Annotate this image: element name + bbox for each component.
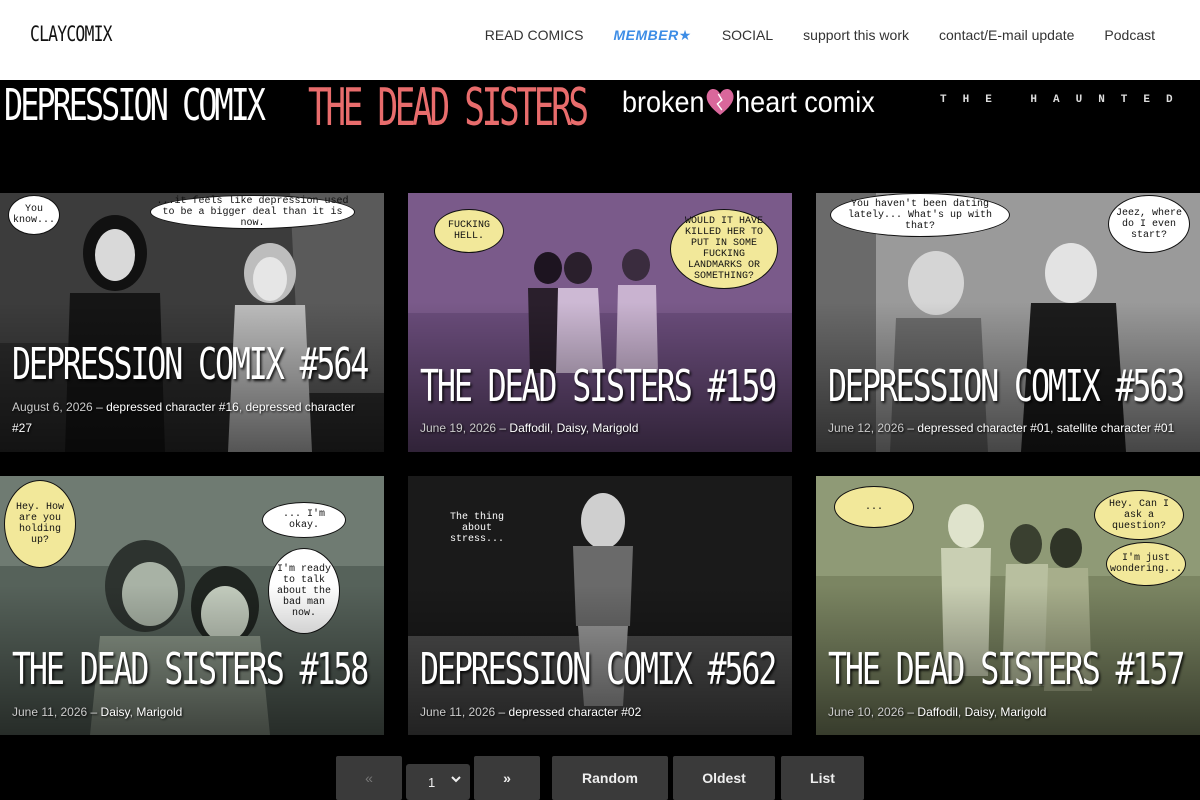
comic-card[interactable]: You haven't been dating lately... What's…: [816, 193, 1200, 452]
comic-meta: June 11, 2026 – Daisy, Marigold: [12, 705, 183, 719]
tag-link[interactable]: satellite character #01: [1057, 421, 1174, 435]
comic-card[interactable]: Hey. How are you holding up? ... I'm oka…: [0, 476, 384, 735]
speech-bubble: ...it feels like depression used to be a…: [150, 195, 355, 229]
prev-page-button[interactable]: «: [336, 756, 402, 800]
series-logo-broken-left: broken: [622, 86, 705, 119]
comic-date: June 19, 2026: [420, 421, 497, 435]
tag-link[interactable]: depressed character #01: [917, 421, 1050, 435]
tag-link[interactable]: depressed character #16: [106, 400, 239, 414]
tag-link[interactable]: Daffodil: [509, 421, 549, 435]
chevron-down-icon: [451, 776, 461, 783]
comic-title[interactable]: DEPRESSION COMIX #562: [420, 644, 777, 695]
list-button[interactable]: List: [781, 756, 864, 800]
speech-bubble: Jeez, where do I even start?: [1108, 195, 1190, 253]
tag-link[interactable]: Marigold: [136, 705, 182, 719]
comic-meta: August 6, 2026 – depressed character #16…: [12, 400, 355, 435]
random-button[interactable]: Random: [552, 756, 668, 800]
nav-support[interactable]: support this work: [803, 27, 909, 43]
speech-bubble: I'm just wondering...: [1106, 542, 1186, 586]
comic-date: June 10, 2026: [828, 705, 905, 719]
site-logo[interactable]: CLAYCOMIX: [30, 22, 113, 46]
speech-bubble: Hey. How are you holding up?: [4, 480, 76, 568]
comic-meta: June 19, 2026 – Daffodil, Daisy, Marigol…: [420, 421, 639, 435]
comic-title[interactable]: THE DEAD SISTERS #157: [828, 644, 1185, 695]
nav-contact[interactable]: contact/E-mail update: [939, 27, 1074, 43]
nav-podcast[interactable]: Podcast: [1104, 27, 1155, 43]
comic-date: June 11, 2026: [12, 705, 88, 719]
tag-link[interactable]: Daisy: [965, 705, 994, 719]
tag-link[interactable]: depressed character #02: [509, 705, 642, 719]
comic-date: June 11, 2026: [420, 705, 496, 719]
series-banner: DEPRESSION COMIX THE DEAD SISTERS broken…: [0, 78, 1200, 150]
tag-link[interactable]: Daffodil: [917, 705, 957, 719]
comic-title[interactable]: THE DEAD SISTERS #159: [420, 361, 777, 412]
pagination: « 1 » Random Oldest List: [0, 756, 1200, 800]
series-logo-broken-heart[interactable]: broken heart comix: [622, 86, 875, 120]
speech-bubble: Hey. Can I ask a question?: [1094, 490, 1184, 540]
site-header: CLAYCOMIX READ COMICS MEMBER★ SOCIAL sup…: [0, 0, 1200, 80]
tag-link[interactable]: Marigold: [1000, 705, 1046, 719]
next-page-button[interactable]: »: [474, 756, 540, 800]
nav-read-comics[interactable]: READ COMICS: [485, 27, 584, 43]
series-logo-broken-right: heart comix: [735, 86, 875, 119]
oldest-button[interactable]: Oldest: [673, 756, 775, 800]
comic-title[interactable]: DEPRESSION COMIX #564: [12, 339, 369, 390]
comic-card[interactable]: ... Hey. Can I ask a question? I'm just …: [816, 476, 1200, 735]
page-select-value: 1: [428, 774, 436, 790]
star-icon: ★: [678, 26, 692, 43]
comic-title[interactable]: THE DEAD SISTERS #158: [12, 644, 369, 695]
speech-bubble: ...: [834, 486, 914, 528]
speech-bubble: WOULD IT HAVE KILLED HER TO PUT IN SOME …: [670, 209, 778, 289]
page-select[interactable]: 1: [406, 764, 470, 800]
nav-member-label: MEMBER: [613, 26, 679, 43]
nav-member[interactable]: MEMBER★: [614, 27, 692, 44]
speech-bubble: FUCKING HELL.: [434, 209, 504, 253]
comic-card[interactable]: FUCKING HELL. WOULD IT HAVE KILLED HER T…: [408, 193, 792, 452]
tag-link[interactable]: Daisy: [101, 705, 130, 719]
tag-link[interactable]: Marigold: [592, 421, 638, 435]
comic-title[interactable]: DEPRESSION COMIX #563: [828, 361, 1185, 412]
speech-bubble: You haven't been dating lately... What's…: [830, 193, 1010, 237]
comic-date: June 12, 2026: [828, 421, 905, 435]
series-logo-haunted-me[interactable]: THE HAUNTED ME: [940, 94, 1200, 106]
comic-card[interactable]: You know... ...it feels like depression …: [0, 193, 384, 452]
comic-card[interactable]: The thing about stress... DEPRESSION COM…: [408, 476, 792, 735]
comic-meta: June 10, 2026 – Daffodil, Daisy, Marigol…: [828, 705, 1047, 719]
comic-meta: June 11, 2026 – depressed character #02: [420, 705, 642, 719]
comic-meta: June 12, 2026 – depressed character #01,…: [828, 421, 1175, 435]
tag-link[interactable]: Daisy: [557, 421, 586, 435]
speech-bubble: ... I'm okay.: [262, 502, 346, 538]
heart-icon: [706, 88, 734, 115]
nav-social[interactable]: SOCIAL: [722, 27, 773, 43]
speech-bubble: You know...: [8, 195, 60, 235]
caption-text: The thing about stress...: [449, 511, 504, 545]
comic-date: August 6, 2026: [12, 400, 93, 414]
main-nav: READ COMICS MEMBER★ SOCIAL support this …: [485, 0, 1155, 70]
series-logo-dead-sisters[interactable]: THE DEAD SISTERS: [308, 78, 589, 138]
series-logo-depression-comix[interactable]: DEPRESSION COMIX: [4, 80, 266, 131]
